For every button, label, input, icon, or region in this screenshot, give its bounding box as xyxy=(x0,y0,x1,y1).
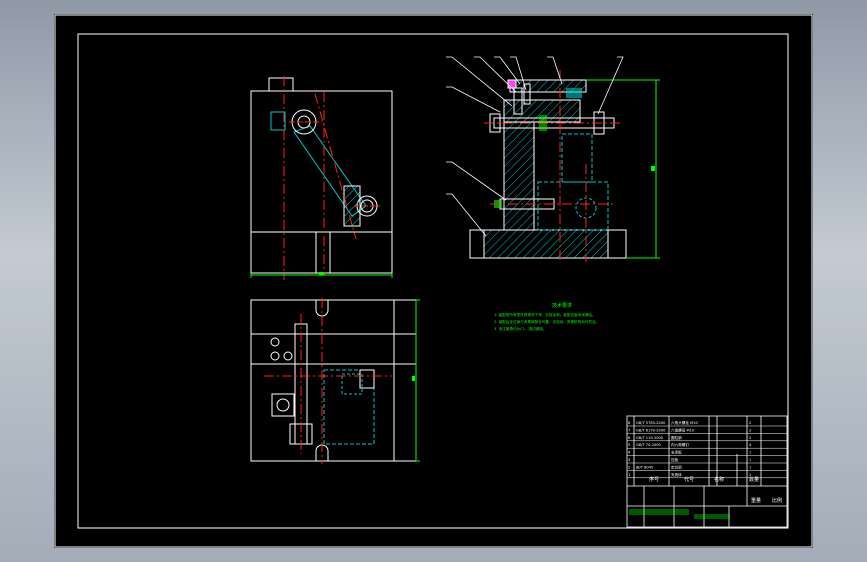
title-block-cell: 4 xyxy=(628,451,631,455)
title-block-cell: 支承板 xyxy=(671,450,682,455)
title-block-highlight xyxy=(629,509,689,515)
title-block-cell: 2 xyxy=(749,436,751,440)
tech-requirements-line-3: 3. 未注倒角均为C1，锐边倒钝。 xyxy=(494,326,547,331)
title-block-cell: 定位销 xyxy=(671,464,682,469)
title-block-cell: 1 xyxy=(628,473,630,477)
title-block-cell: 2 xyxy=(749,421,751,425)
title-block-cell: 8 xyxy=(628,421,631,425)
title-block-cell: 1 xyxy=(749,465,751,469)
tb-header-name: 名称 xyxy=(714,476,724,483)
tech-requirements-line-1: 1. 装配前所有零件须清洗干净，去除毛刺；各配合面涂润滑油。 xyxy=(494,312,596,317)
tech-requirements: 技术要求 1. 装配前所有零件须清洗干净，去除毛刺；各配合面涂润滑油。 2. 装… xyxy=(494,302,599,331)
tech-requirements-title: 技术要求 xyxy=(552,302,572,309)
top-view xyxy=(250,298,420,464)
title-block-cell: 夹具体 xyxy=(671,472,682,477)
title-block-cell: 六角头螺栓 M10 xyxy=(671,420,698,425)
drawing-canvas[interactable]: 8 GB/T 5783-2000 六角头螺栓 M10 2 7 GB/T 6170-2000… xyxy=(54,14,813,548)
title-block-cell: 4 xyxy=(749,443,752,447)
title-block-cell: 6 xyxy=(628,436,631,440)
title-block-cell: 5 xyxy=(628,443,630,447)
tb-header-qty: 数量 xyxy=(749,476,759,483)
title-block-highlight xyxy=(694,514,730,519)
title-block-cell: GB/T 5783-2000 xyxy=(636,421,666,425)
tb-header-no: 序号 xyxy=(649,476,659,483)
tb-weight-label: 重量 xyxy=(751,497,761,504)
sheet-outer-border xyxy=(54,14,813,548)
title-block-cell: 内六角螺钉 xyxy=(671,442,689,447)
title-block-cell: 2 xyxy=(749,428,751,432)
title-block-rows: 8 GB/T 5783-2000 六角头螺栓 M10 2 7 GB/T 6170-2000… xyxy=(627,420,787,479)
section-view xyxy=(469,70,660,262)
tech-requirements-line-2: 2. 装配后定位销与夹具体配合可靠，无松动，夹紧机构动作灵活。 xyxy=(494,319,599,324)
title-block-cell: 六角螺母 M10 xyxy=(671,427,695,432)
title-block-cell: 1 xyxy=(749,451,751,455)
title-block-cell: 压板 xyxy=(671,457,679,462)
title-block-cell: 圆柱销 xyxy=(671,435,682,440)
title-block-cell: 2 xyxy=(628,465,630,469)
cad-viewport[interactable]: 8 GB/T 5783-2000 六角头螺栓 M10 2 7 GB/T 6170-2000… xyxy=(54,14,813,548)
title-block-cell: GB/T 70-2000 xyxy=(636,443,662,447)
tb-scale-label: 比例 xyxy=(772,497,782,504)
tb-header-code: 代号 xyxy=(684,476,694,483)
title-block-cell: 7 xyxy=(628,428,630,432)
title-block-cell: JB/T 8045 xyxy=(635,465,653,469)
title-block-cell: GB/T 6170-2000 xyxy=(636,428,666,432)
front-view xyxy=(250,76,393,280)
title-block-cell: 3 xyxy=(628,458,630,462)
title-block-cell: GB/T 119-2000 xyxy=(636,436,664,440)
title-block-cell: 1 xyxy=(749,458,751,462)
